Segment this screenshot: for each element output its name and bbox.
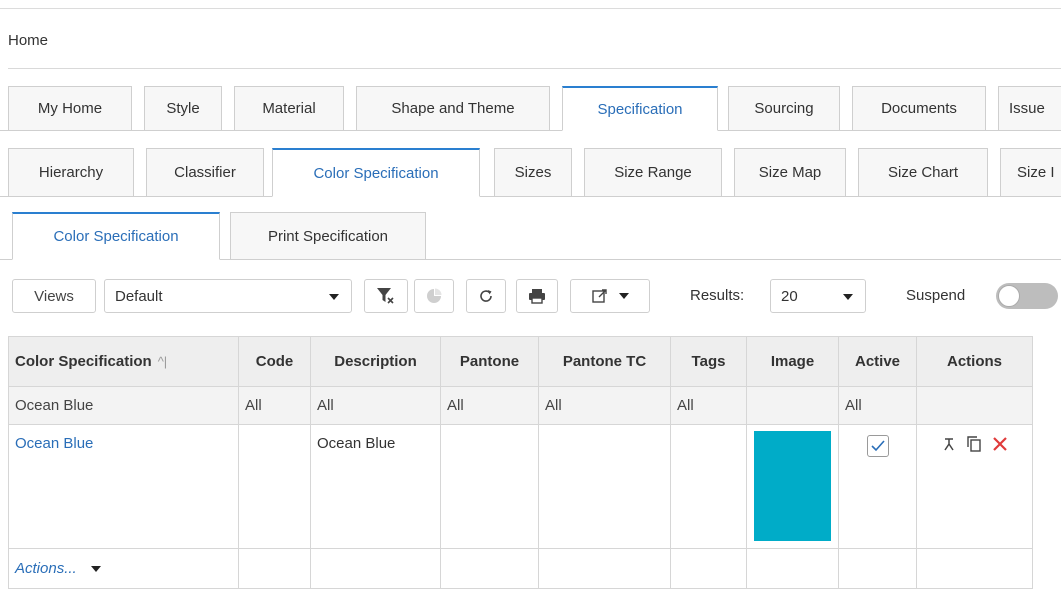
footer-actions-cell: Actions... <box>8 548 239 589</box>
col-pantone-tc[interactable]: Pantone TC <box>538 336 671 387</box>
tab-specification[interactable]: Specification <box>562 86 718 131</box>
tab-size-chart[interactable]: Size Chart <box>858 148 988 197</box>
third-tab-bar: Color Specification Print Specification <box>0 212 1061 260</box>
color-spec-link[interactable]: Ocean Blue <box>15 435 93 452</box>
cell-pantone <box>440 424 539 549</box>
tab-classifier[interactable]: Classifier <box>146 148 264 197</box>
col-description[interactable]: Description <box>310 336 441 387</box>
footer-cell <box>838 548 917 589</box>
color-spec-table: Color Specification ^| Code Description P… <box>8 336 1033 589</box>
filter-cell-color-specification[interactable]: Ocean Blue <box>8 386 239 425</box>
footer-cell <box>310 548 441 589</box>
results-select[interactable]: 20 <box>770 279 866 313</box>
results-label: Results: <box>690 287 745 304</box>
toggle-knob <box>998 285 1020 307</box>
view-select[interactable]: Default <box>104 279 352 313</box>
header-row: Color Specification ^| Code Description P… <box>8 336 1033 387</box>
table-row: Ocean Blue Ocean Blue <box>8 424 1033 549</box>
filter-cell-image <box>746 386 839 425</box>
toolbar: Views Default Results: 20 Suspend <box>0 279 1061 313</box>
tab-sizes[interactable]: Sizes <box>494 148 572 197</box>
color-swatch-image[interactable] <box>754 431 831 541</box>
tab-documents[interactable]: Documents <box>852 86 986 131</box>
top-border <box>0 8 1061 9</box>
filter-cell-pantone[interactable]: All <box>440 386 539 425</box>
tab-hierarchy[interactable]: Hierarchy <box>8 148 134 197</box>
checkmark-icon <box>870 440 885 452</box>
cell-image <box>746 424 839 549</box>
chevron-down-icon <box>329 294 339 300</box>
cell-active <box>838 424 917 549</box>
tab-color-spec-sub[interactable]: Color Specification <box>12 212 220 260</box>
chart-button[interactable] <box>414 279 454 313</box>
col-code[interactable]: Code <box>238 336 311 387</box>
suspend-toggle[interactable] <box>996 283 1058 309</box>
chevron-down-icon <box>843 294 853 300</box>
filter-cell-pantone-tc[interactable]: All <box>538 386 671 425</box>
footer-cell <box>238 548 311 589</box>
print-button[interactable] <box>516 279 558 313</box>
pie-chart-icon <box>427 288 442 303</box>
filter-cell-tags[interactable]: All <box>670 386 747 425</box>
filter-cell-active[interactable]: All <box>838 386 917 425</box>
clear-filter-button[interactable] <box>364 279 408 313</box>
tab-size-range[interactable]: Size Range <box>584 148 722 197</box>
tab-shape-and-theme[interactable]: Shape and Theme <box>356 86 550 131</box>
breadcrumb[interactable]: Home <box>8 32 48 49</box>
filter-cell-code[interactable]: All <box>238 386 311 425</box>
chevron-down-icon <box>619 293 629 299</box>
tab-sourcing[interactable]: Sourcing <box>728 86 840 131</box>
print-icon <box>529 289 545 304</box>
results-value: 20 <box>781 287 798 305</box>
filter-cell-actions <box>916 386 1033 425</box>
sub-tab-bar: Hierarchy Classifier Color Specification… <box>0 148 1061 197</box>
footer-cell <box>746 548 839 589</box>
col-pantone[interactable]: Pantone <box>440 336 539 387</box>
suspend-label: Suspend <box>906 287 966 304</box>
filter-row: Ocean Blue All All All All All All <box>8 386 1033 425</box>
col-active[interactable]: Active <box>838 336 917 387</box>
cell-pantone-tc <box>538 424 671 549</box>
export-icon <box>592 289 607 303</box>
actions-menu[interactable]: Actions... <box>15 560 77 577</box>
footer-row: Actions... <box>8 548 1033 589</box>
main-tab-bar: My Home Style Material Shape and Theme S… <box>0 86 1061 131</box>
breadcrumb-separator <box>8 68 1061 69</box>
filter-cell-description[interactable]: All <box>310 386 441 425</box>
refresh-button[interactable] <box>466 279 506 313</box>
footer-cell <box>670 548 747 589</box>
tab-print-specification[interactable]: Print Specification <box>230 212 426 260</box>
col-image[interactable]: Image <box>746 336 839 387</box>
cell-actions <box>916 424 1033 549</box>
footer-cell <box>538 548 671 589</box>
footer-cell <box>916 548 1033 589</box>
tab-style[interactable]: Style <box>144 86 222 131</box>
clear-filter-icon <box>377 288 394 304</box>
sort-icon[interactable]: ^| <box>158 354 167 369</box>
cell-color-specification: Ocean Blue <box>8 424 239 549</box>
views-button[interactable]: Views <box>12 279 96 313</box>
tab-issues[interactable]: Issue <box>998 86 1061 131</box>
active-checkbox[interactable] <box>866 435 889 457</box>
refresh-icon <box>480 290 492 302</box>
export-button[interactable] <box>570 279 650 313</box>
header-label: Color Specification <box>15 353 152 370</box>
col-tags[interactable]: Tags <box>670 336 747 387</box>
col-color-specification[interactable]: Color Specification ^| <box>8 336 239 387</box>
cell-description: Ocean Blue <box>310 424 441 549</box>
footer-cell <box>440 548 539 589</box>
tab-size-more[interactable]: Size I <box>1000 148 1061 197</box>
copy-icon[interactable] <box>966 435 982 453</box>
view-select-value: Default <box>115 287 163 305</box>
col-actions: Actions <box>916 336 1033 387</box>
tab-material[interactable]: Material <box>234 86 344 131</box>
delete-icon[interactable] <box>992 436 1008 452</box>
cell-tags <box>670 424 747 549</box>
tab-size-map[interactable]: Size Map <box>734 148 846 197</box>
tab-color-specification[interactable]: Color Specification <box>272 148 480 197</box>
cell-code <box>238 424 311 549</box>
chevron-down-icon[interactable] <box>90 566 101 573</box>
tab-my-home[interactable]: My Home <box>8 86 132 131</box>
set-main-icon[interactable] <box>942 436 956 452</box>
